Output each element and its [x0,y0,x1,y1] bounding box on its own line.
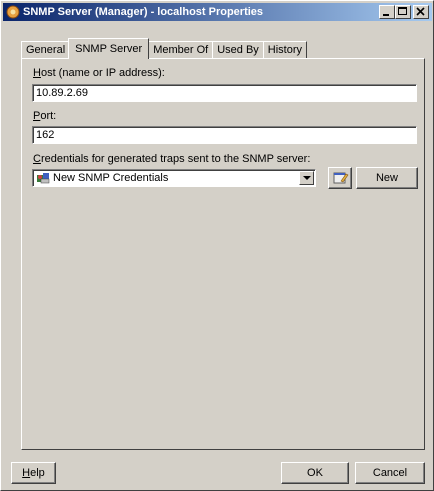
new-credentials-button[interactable]: New [356,167,418,189]
port-label: Port: [33,110,57,122]
chevron-down-icon[interactable] [299,171,314,185]
tab-panel: Host (name or IP address): 10.89.2.69 Po… [21,58,425,450]
properties-edit-icon [333,172,349,184]
cancel-button[interactable]: Cancel [355,462,425,484]
host-input[interactable]: 10.89.2.69 [32,84,417,102]
properties-dialog: SNMP Server (Manager) - localhost Proper… [0,0,434,491]
tab-general[interactable]: General [21,41,71,59]
close-button[interactable] [413,5,429,19]
tab-snmp-server[interactable]: SNMP Server [68,38,150,59]
title-bar[interactable]: SNMP Server (Manager) - localhost Proper… [3,3,432,21]
credentials-icon [37,173,50,184]
snmp-server-icon [6,5,20,19]
edit-credentials-button[interactable] [328,167,352,189]
minimize-button[interactable] [379,5,395,19]
ok-button[interactable]: OK [281,462,349,484]
tab-member-of[interactable]: Member Of [148,41,214,59]
maximize-button[interactable] [395,5,411,19]
help-button[interactable]: Help [11,462,56,484]
credentials-label: Credentials for generated traps sent to … [33,153,311,165]
credentials-select[interactable]: New SNMP Credentials [32,169,316,187]
tab-history[interactable]: History [262,41,308,59]
port-input[interactable]: 162 [32,126,417,144]
window-controls [379,5,429,19]
maximize-icon [398,7,407,15]
credentials-selected: New SNMP Credentials [53,172,169,184]
close-icon [416,7,425,16]
host-label: Host (name or IP address): [33,67,165,79]
tab-used-by[interactable]: Used By [212,41,264,59]
tab-strip: General SNMP Server Member Of Used By Hi… [21,38,308,59]
window-title: SNMP Server (Manager) - localhost Proper… [23,6,264,18]
minimize-icon [383,14,389,16]
